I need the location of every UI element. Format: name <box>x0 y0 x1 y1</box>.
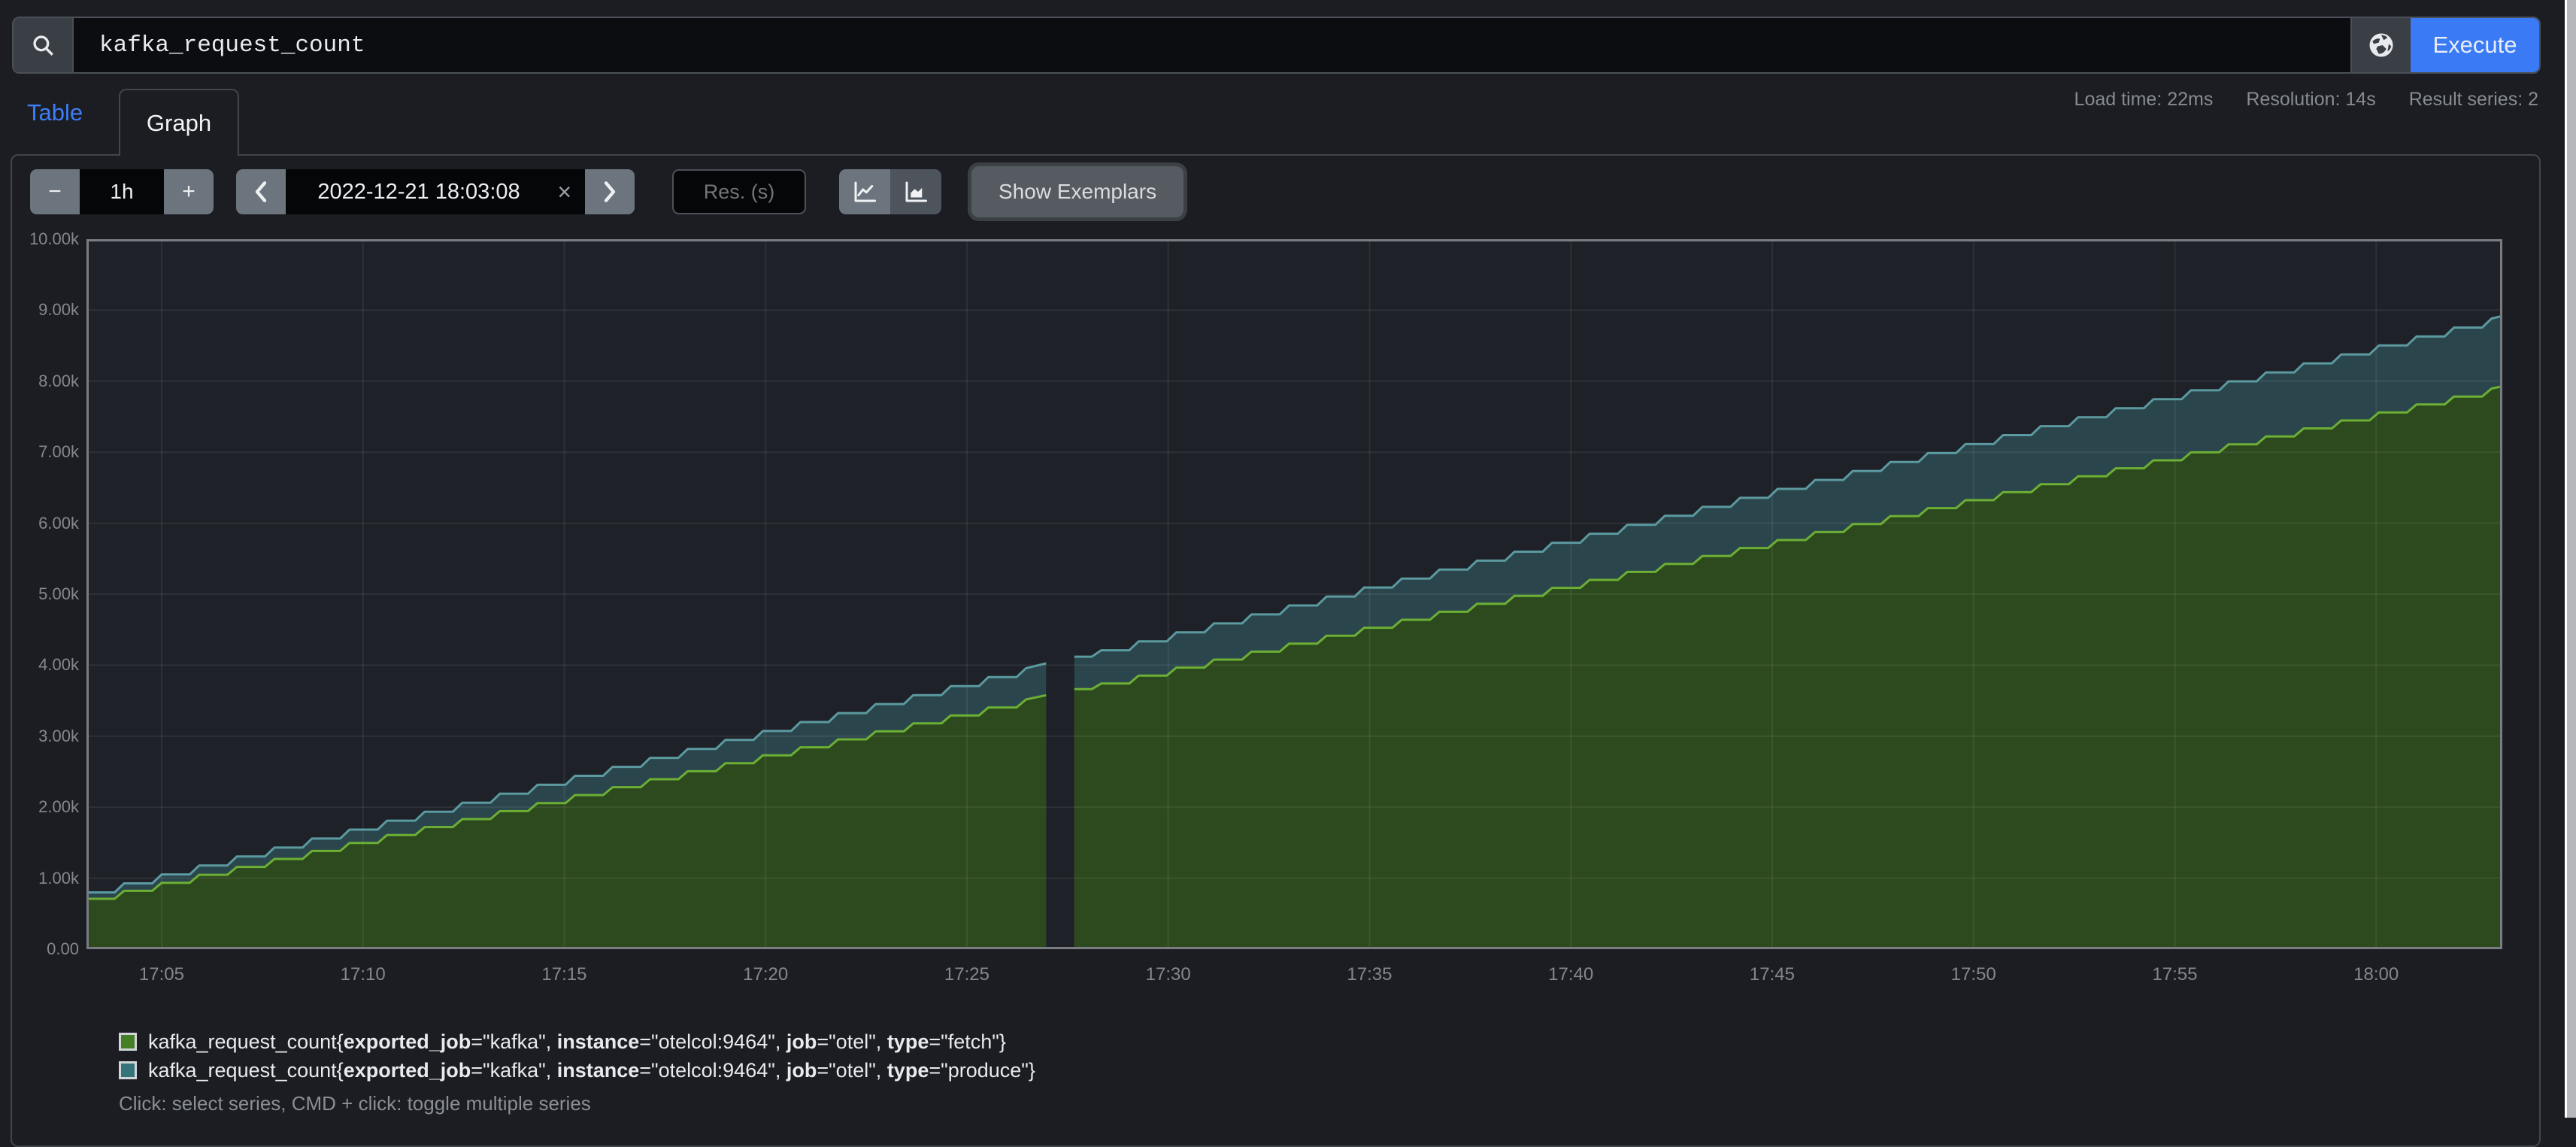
x-tick-label: 17:55 <box>2129 964 2220 985</box>
y-tick-label: 5.00k <box>8 584 79 604</box>
tab-graph[interactable]: Graph <box>119 89 239 156</box>
legend-swatch <box>119 1033 137 1051</box>
series-area-0 <box>1074 387 2502 949</box>
legend-series-name: kafka_request_count{exported_job="kafka"… <box>148 1059 1035 1082</box>
legend-swatch <box>119 1061 137 1079</box>
search-icon <box>30 32 56 58</box>
x-tick-label: 18:00 <box>2331 964 2421 985</box>
y-tick-label: 9.00k <box>8 300 79 320</box>
duration-decrease-button[interactable]: − <box>30 169 80 214</box>
chevron-right-icon <box>602 181 618 203</box>
x-tick-label: 17:20 <box>720 964 811 985</box>
legend-item[interactable]: kafka_request_count{exported_job="kafka"… <box>119 1056 1035 1085</box>
scrollbar-thumb[interactable] <box>2567 0 2576 1118</box>
y-tick-label: 1.00k <box>8 869 79 888</box>
x-tick-label: 17:05 <box>117 964 207 985</box>
legend-hint: Click: select series, CMD + click: toggl… <box>119 1092 591 1115</box>
duration-increase-button[interactable]: + <box>164 169 214 214</box>
y-tick-label: 4.00k <box>8 655 79 675</box>
time-back-button[interactable] <box>236 169 286 214</box>
globe-icon <box>2366 30 2396 60</box>
y-tick-label: 2.00k <box>8 797 79 817</box>
x-tick-label: 17:15 <box>519 964 609 985</box>
legend-series-name: kafka_request_count{exported_job="kafka"… <box>148 1030 1006 1054</box>
search-icon-box <box>14 18 74 72</box>
y-tick-label: 3.00k <box>8 727 79 746</box>
stacked-chart-icon <box>902 178 929 205</box>
duration-control: − + <box>30 169 214 214</box>
y-tick-label: 0.00 <box>8 939 79 959</box>
query-stats: Load time: 22ms Resolution: 14s Result s… <box>2074 89 2538 111</box>
resolution-input[interactable] <box>672 169 806 214</box>
duration-input[interactable] <box>80 169 164 214</box>
x-tick-label: 17:35 <box>1324 964 1414 985</box>
chart-type-toggle <box>839 169 941 214</box>
chart-legend: kafka_request_count{exported_job="kafka"… <box>119 1027 1035 1085</box>
line-chart-icon <box>851 178 878 205</box>
legend-item[interactable]: kafka_request_count{exported_job="kafka"… <box>119 1027 1035 1056</box>
query-bar: Execute <box>12 17 2541 74</box>
clear-datetime-icon[interactable]: × <box>557 180 571 204</box>
scrollbar-track <box>2565 0 2576 1118</box>
resolution: Resolution: 14s <box>2246 89 2375 111</box>
y-tick-label: 6.00k <box>8 514 79 533</box>
show-exemplars-button[interactable]: Show Exemplars <box>971 166 1183 217</box>
x-tick-label: 17:40 <box>1526 964 1616 985</box>
chevron-left-icon <box>253 181 269 203</box>
y-tick-label: 10.00k <box>8 229 79 249</box>
x-tick-label: 17:45 <box>1727 964 1817 985</box>
metrics-explorer-button[interactable] <box>2350 18 2411 72</box>
execute-button[interactable]: Execute <box>2411 18 2539 72</box>
result-series: Result series: 2 <box>2409 89 2538 111</box>
time-forward-button[interactable] <box>585 169 635 214</box>
datetime-box: × <box>286 169 585 214</box>
datetime-control: × <box>236 169 635 214</box>
line-chart-button[interactable] <box>839 169 890 214</box>
y-tick-label: 7.00k <box>8 442 79 462</box>
query-input[interactable] <box>74 18 2350 72</box>
x-tick-label: 17:25 <box>922 964 1012 985</box>
stacked-chart-button[interactable] <box>890 169 941 214</box>
x-tick-label: 17:10 <box>318 964 408 985</box>
datetime-input[interactable] <box>286 180 585 205</box>
x-tick-label: 17:30 <box>1123 964 1214 985</box>
tab-table[interactable]: Table <box>27 99 83 126</box>
series-area-0 <box>86 695 1046 949</box>
y-tick-label: 8.00k <box>8 372 79 391</box>
chart-canvas[interactable] <box>86 239 2502 949</box>
load-time: Load time: 22ms <box>2074 89 2214 111</box>
x-tick-label: 17:50 <box>1929 964 2019 985</box>
